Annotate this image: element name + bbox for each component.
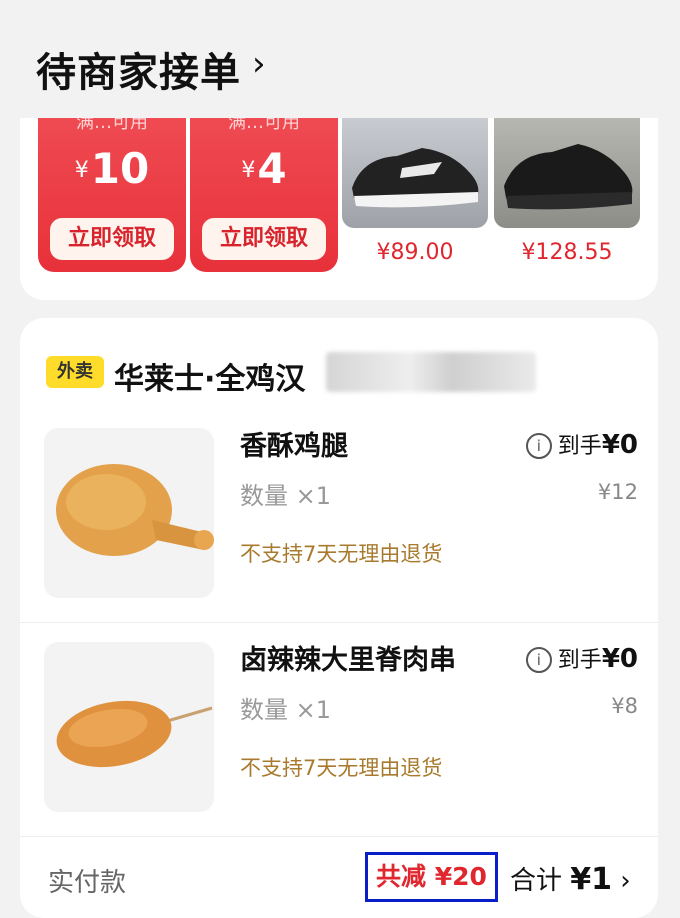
net-price[interactable]: i 到手¥0	[525, 642, 638, 674]
total-value: ¥1	[570, 862, 613, 897]
original-price: ¥8	[611, 694, 638, 718]
net-label: 到手	[557, 648, 602, 673]
pork-skewer-image	[44, 642, 214, 812]
total-label: 合计	[510, 866, 563, 896]
chicken-leg-icon	[56, 464, 214, 556]
divider	[20, 836, 658, 837]
promo-strip: 满…可用 ¥10 立即领取 满…可用 ¥4 立即领取 ¥89.00 ¥128.5…	[20, 118, 658, 300]
skewer-icon	[56, 700, 213, 768]
chevron-right-icon[interactable]: ›	[252, 44, 266, 84]
redacted-area	[326, 352, 536, 392]
order-item[interactable]: 香酥鸡腿 数量 ×1 不支持7天无理由退货 i 到手¥0 ¥12	[20, 418, 658, 632]
product-price: ¥128.55	[521, 240, 613, 265]
white-sneaker-image	[342, 118, 488, 228]
net-value: ¥0	[601, 644, 638, 674]
black-sneaker-image	[494, 118, 640, 228]
total-discount: 共减 ¥20	[365, 852, 498, 902]
fried-chicken-leg-image	[44, 428, 214, 598]
net-label: 到手	[557, 434, 602, 459]
page-header: 待商家接单 ›	[0, 0, 680, 118]
product-card[interactable]: ¥128.55	[494, 118, 640, 265]
coupon-amount: ¥4	[190, 144, 338, 193]
delivery-tag: 外卖	[46, 356, 104, 388]
sneaker-icon	[352, 148, 479, 208]
claim-coupon-button[interactable]: 立即领取	[202, 218, 326, 260]
coupon-value: 4	[257, 144, 287, 193]
yen-symbol: ¥	[74, 158, 89, 183]
net-price[interactable]: i 到手¥0	[525, 428, 638, 460]
info-icon[interactable]: i	[525, 433, 552, 459]
chevron-right-icon[interactable]: ›	[620, 866, 630, 896]
net-value: ¥0	[601, 430, 638, 460]
coupon-card[interactable]: 满…可用 ¥4 立即领取	[190, 118, 338, 272]
item-name: 香酥鸡腿	[240, 431, 348, 462]
order-card: 外卖 华莱士·全鸡汉 香酥鸡腿 数量 ×1 不支持7天无理由退货 i 到手¥0 ¥…	[20, 318, 658, 918]
yen-symbol: ¥	[241, 158, 256, 183]
return-policy: 不支持7天无理由退货	[240, 542, 443, 566]
page-title: 待商家接单	[36, 50, 241, 96]
coupon-condition: 满…可用	[76, 118, 148, 133]
divider	[20, 622, 658, 623]
product-price: ¥89.00	[376, 240, 454, 265]
claim-coupon-button[interactable]: 立即领取	[50, 218, 174, 260]
info-icon[interactable]: i	[525, 647, 552, 673]
payment-summary[interactable]: 实付款 共减 ¥20 合计 ¥1 ›	[20, 840, 658, 916]
coupon-condition: 满…可用	[228, 118, 300, 133]
return-policy: 不支持7天无理由退货	[240, 756, 443, 780]
item-quantity: 数量 ×1	[240, 482, 332, 510]
shop-name[interactable]: 华莱士·全鸡汉	[114, 354, 305, 398]
coupon-value: 10	[90, 144, 150, 193]
item-quantity: 数量 ×1	[240, 696, 332, 724]
order-total[interactable]: 合计 ¥1 ›	[510, 860, 631, 897]
actual-payment-label: 实付款	[48, 868, 127, 898]
original-price: ¥12	[597, 480, 638, 504]
product-card[interactable]: ¥89.00	[342, 118, 488, 265]
coupon-amount: ¥10	[38, 144, 186, 193]
order-item[interactable]: 卤辣辣大里脊肉串 数量 ×1 不支持7天无理由退货 i 到手¥0 ¥8	[20, 632, 658, 846]
sneaker-icon	[504, 144, 633, 210]
item-name: 卤辣辣大里脊肉串	[240, 645, 456, 676]
coupon-card[interactable]: 满…可用 ¥10 立即领取	[38, 118, 186, 272]
